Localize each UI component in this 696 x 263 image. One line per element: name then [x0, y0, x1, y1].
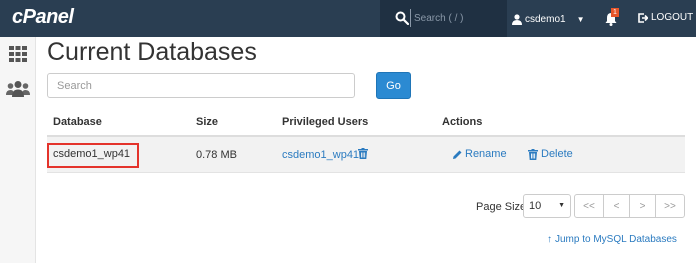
side-rail [0, 37, 36, 263]
users-icon[interactable] [6, 80, 30, 98]
page-size-value: 10 [529, 200, 542, 212]
page-title: Current Databases [47, 38, 257, 66]
cpanel-logo[interactable]: cPanel [12, 6, 74, 29]
pencil-icon [453, 150, 462, 159]
rename-button[interactable]: Rename [452, 148, 507, 160]
top-bar: cPanel csdemo1 ▼ 1 LOGOUT [0, 0, 696, 37]
jump-link-label: Jump to MySQL Databases [555, 234, 677, 245]
page-size-label: Page Size [476, 201, 527, 213]
global-search-input[interactable] [410, 9, 500, 27]
page-size-select[interactable]: 10 ▼ [523, 194, 571, 218]
first-page-button[interactable]: << [574, 194, 604, 218]
previous-page-button[interactable]: < [603, 194, 630, 218]
column-header-size[interactable]: Size [196, 116, 218, 128]
jump-to-mysql-databases-link[interactable]: ↑ Jump to MySQL Databases [547, 234, 677, 245]
notifications-button[interactable]: 1 [601, 7, 621, 29]
rename-label: Rename [465, 148, 507, 160]
revoke-user-trash-icon[interactable] [358, 148, 368, 159]
go-button[interactable]: Go [376, 72, 411, 99]
pagination-controls: << < > >> [574, 194, 685, 218]
column-header-privileged-users: Privileged Users [282, 116, 369, 128]
database-size: 0.78 MB [196, 149, 237, 161]
delete-label: Delete [541, 148, 573, 160]
column-header-actions: Actions [442, 116, 483, 128]
trash-icon [528, 148, 538, 160]
chevron-down-icon: ▼ [558, 202, 565, 209]
username-label: csdemo1 [525, 13, 566, 25]
grid-icon[interactable] [9, 46, 27, 62]
logout-icon [638, 12, 648, 23]
delete-button[interactable]: Delete [528, 148, 573, 160]
column-header-database[interactable]: Database [53, 116, 102, 128]
user-menu[interactable]: csdemo1 ▼ [512, 11, 585, 27]
logout-button[interactable]: LOGOUT [638, 12, 693, 23]
arrow-up-icon: ↑ [547, 234, 552, 245]
user-icon [512, 13, 522, 25]
last-page-button[interactable]: >> [655, 194, 685, 218]
next-page-button[interactable]: > [629, 194, 656, 218]
database-name: csdemo1_wp41 [53, 148, 131, 160]
logout-label: LOGOUT [651, 12, 694, 23]
database-search-input[interactable] [47, 73, 355, 98]
notification-badge: 1 [611, 8, 619, 17]
chevron-down-icon: ▼ [576, 14, 585, 24]
privileged-user-link[interactable]: csdemo1_wp41 [282, 149, 359, 161]
search-icon [395, 11, 409, 25]
